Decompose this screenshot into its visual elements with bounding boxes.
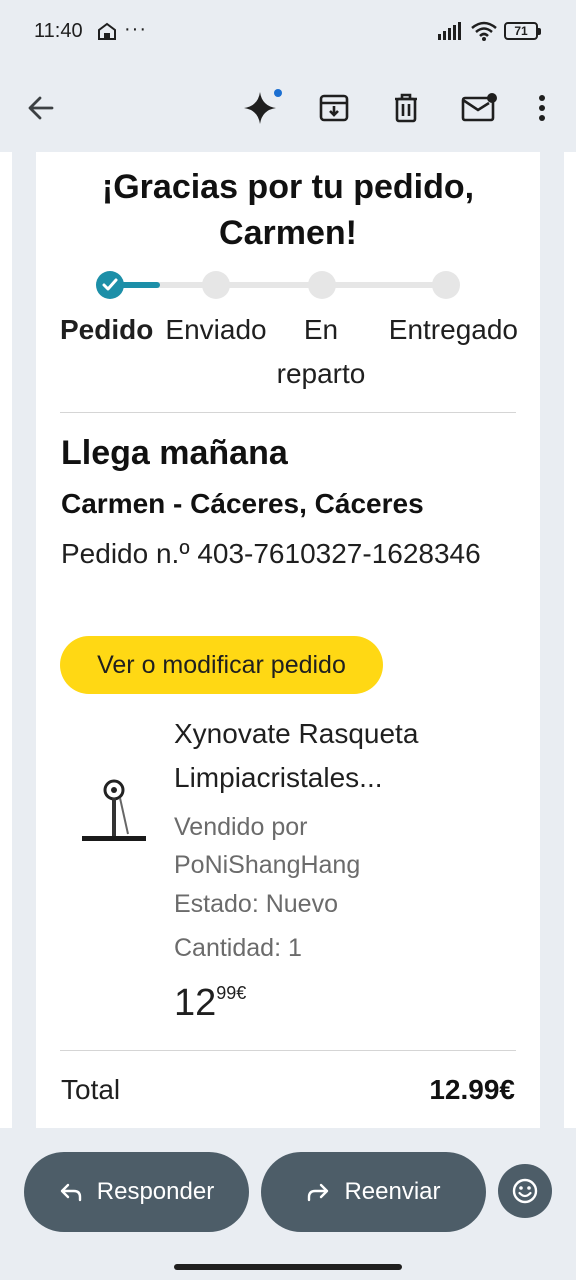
step-dot-ordered — [96, 271, 124, 299]
reply-button[interactable]: Responder — [24, 1152, 249, 1232]
more-vert-icon — [539, 95, 545, 121]
step-dot-shipped — [202, 271, 230, 299]
price-fraction: 99€ — [216, 983, 247, 1003]
step-label-ordered: Pedido — [60, 314, 154, 345]
arrival-heading: Llega mañana — [61, 434, 288, 472]
trash-icon — [395, 93, 417, 123]
step-label-delivered: Entregado — [388, 314, 518, 345]
delete-button[interactable] — [382, 84, 430, 132]
divider — [60, 1050, 516, 1051]
total-label: Total — [61, 1074, 121, 1105]
emoji-reaction-button[interactable] — [498, 1164, 552, 1218]
page-title: ¡Gracias por tu pedido, Carmen! — [101, 168, 475, 252]
product-name[interactable]: Xynovate Rasqueta Limpiacristales... — [174, 712, 514, 800]
emoji-icon — [512, 1178, 538, 1204]
status-time: 11:40 — [34, 20, 83, 42]
step-dot-out-for-delivery — [308, 271, 336, 299]
reply-icon — [60, 1183, 81, 1202]
divider — [60, 412, 516, 413]
status-dots: ··· — [124, 18, 147, 40]
gemini-button[interactable] — [238, 84, 286, 132]
bottom-action-bar: Responder Reenviar — [0, 1128, 576, 1280]
price-whole: 12 — [174, 982, 217, 1024]
product-condition: Estado: Nuevo — [174, 890, 338, 918]
order-number: Pedido n.º 403-7610327-1628346 — [61, 538, 481, 569]
product-seller: Vendido por PoNiShangHang — [174, 813, 361, 879]
arrow-left-icon — [28, 96, 54, 120]
signal-icon — [438, 22, 464, 45]
forward-button[interactable]: Reenviar — [261, 1152, 486, 1232]
step-label-out-for-delivery: En reparto — [276, 314, 366, 389]
check-icon — [102, 278, 118, 291]
archive-icon — [319, 94, 349, 122]
order-card: ¡Gracias por tu pedido, Carmen! Pedido E… — [36, 152, 540, 1128]
home-icon — [97, 22, 117, 45]
battery-indicator: 71 — [504, 22, 541, 40]
forward-icon — [308, 1183, 329, 1202]
shipping-address: Carmen - Cáceres, Cáceres — [61, 488, 424, 519]
gesture-bar[interactable] — [174, 1264, 402, 1270]
step-label-shipped: Enviado — [165, 314, 267, 345]
archive-button[interactable] — [310, 84, 358, 132]
total-value: 12.99€ — [429, 1074, 515, 1105]
step-dot-delivered — [432, 271, 460, 299]
view-order-button[interactable]: Ver o modificar pedido — [60, 636, 383, 694]
reply-label: Responder — [96, 1178, 215, 1205]
sparkle-icon — [244, 89, 282, 124]
product-image[interactable] — [76, 772, 156, 852]
email-toolbar — [0, 64, 576, 152]
product-quantity: Cantidad: 1 — [174, 934, 302, 962]
forward-label: Reenviar — [344, 1178, 441, 1205]
status-bar: 11:40 ··· 71 — [0, 0, 576, 64]
mail-unread-icon — [461, 93, 497, 122]
back-button[interactable] — [17, 84, 65, 132]
product-price: 1299€ — [174, 982, 246, 1025]
mark-unread-button[interactable] — [455, 84, 503, 132]
progress-track — [110, 282, 450, 288]
wifi-icon — [470, 20, 498, 47]
more-options-button[interactable] — [518, 84, 566, 132]
